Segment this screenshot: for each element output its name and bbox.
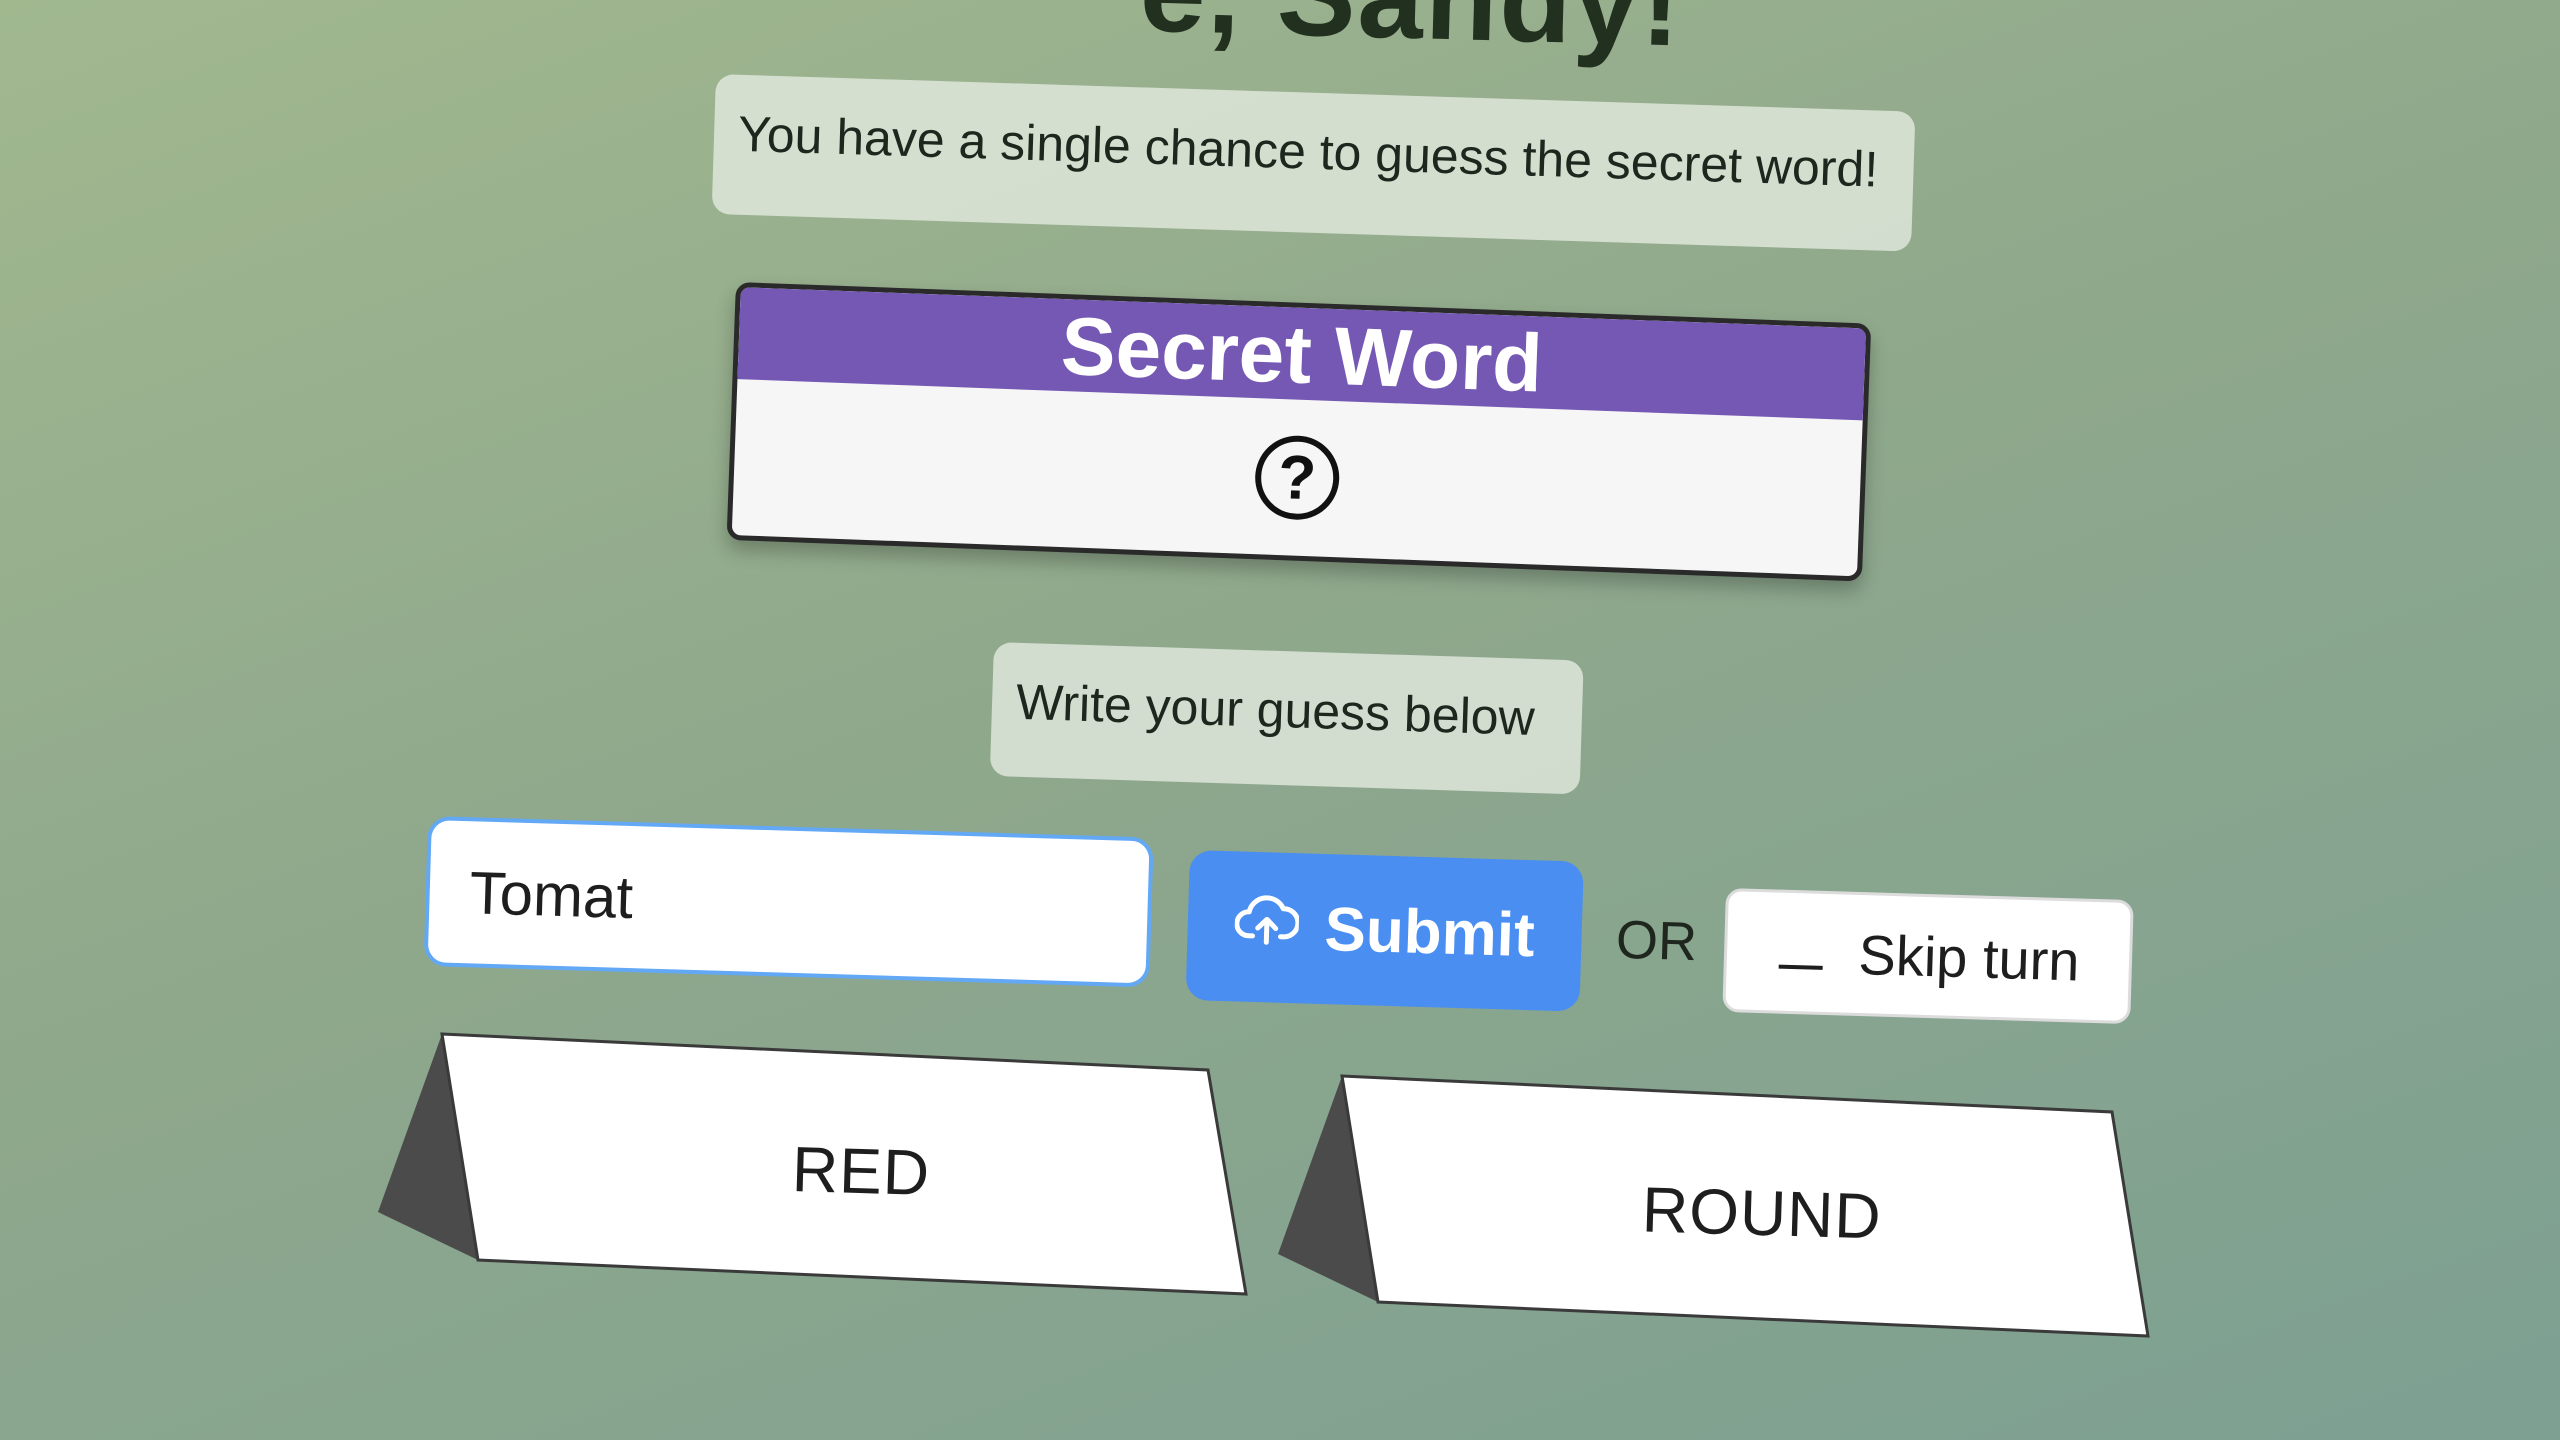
question-mark-icon: ? <box>1253 434 1341 522</box>
cloud-upload-icon <box>1234 891 1301 964</box>
or-separator: OR <box>1615 909 1698 973</box>
guess-input[interactable] <box>423 816 1154 988</box>
skip-turn-button[interactable]: Skip turn <box>1722 888 2134 1025</box>
secret-word-card: Secret Word ? <box>726 282 1872 582</box>
clue-card: RED <box>378 1030 1258 1310</box>
clue-card: ROUND <box>1278 1072 2158 1352</box>
page-heading: e, Sandy! <box>1138 0 1684 74</box>
guess-prompt-text: Write your guess below <box>1015 673 1536 747</box>
game-screen: e, Sandy! You have a single chance to gu… <box>0 0 2560 1440</box>
submit-label: Submit <box>1323 894 1536 970</box>
submit-button[interactable]: Submit <box>1185 850 1584 1012</box>
minus-icon <box>1776 919 1826 985</box>
heading-text: e, Sandy! <box>1138 0 1684 72</box>
hidden-word-symbol: ? <box>1277 442 1318 513</box>
clue-label: ROUND <box>1640 1173 1883 1253</box>
intro-message: You have a single chance to guess the se… <box>711 74 1916 252</box>
intro-text: You have a single chance to guess the se… <box>737 105 1880 198</box>
skip-turn-label: Skip turn <box>1857 922 2081 993</box>
guess-prompt: Write your guess below <box>989 642 1584 795</box>
clue-label: RED <box>790 1132 932 1210</box>
